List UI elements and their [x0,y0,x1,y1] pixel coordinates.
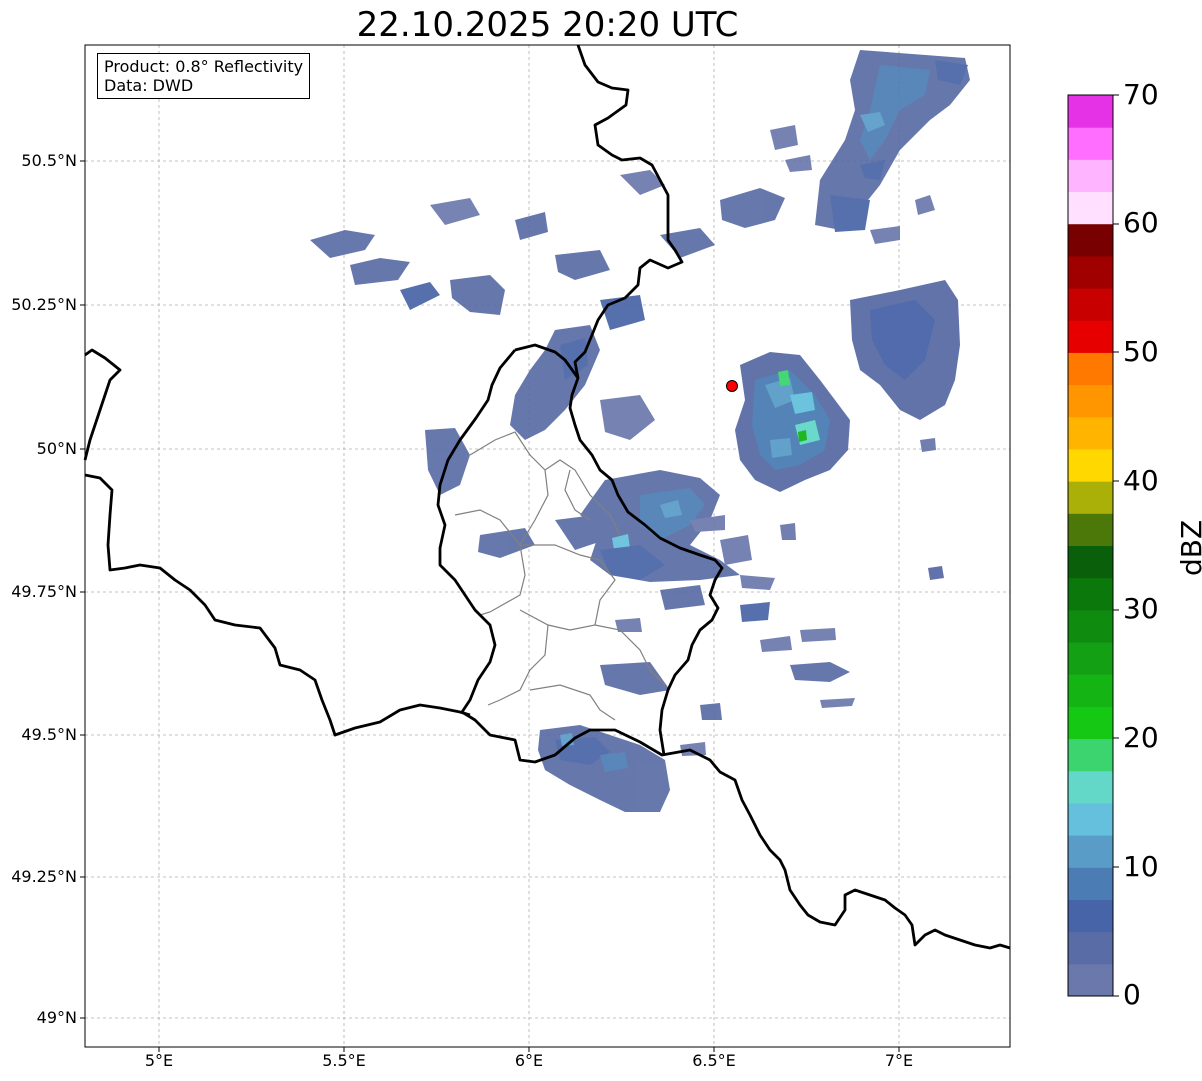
lat-tick-label: 50.25°N [11,295,77,314]
colorbar-bin [1068,191,1113,225]
colorbar-tick-label: 30 [1123,592,1159,625]
colorbar-bin [1068,223,1113,257]
product-label: Product: 0.8° Reflectivity [104,57,304,76]
lon-tick-label: 7°E [884,1051,914,1070]
lon-tick-label: 6°E [514,1051,544,1070]
product-info-box: Product: 0.8° Reflectivity Data: DWD [97,53,311,99]
colorbar-bin [1068,288,1113,321]
lon-tick-label: 5.5°E [322,1051,366,1070]
colorbar-tick-label: 50 [1123,335,1159,368]
colorbar-bin [1068,899,1113,933]
colorbar-bin [1068,255,1113,289]
data-source-label: Data: DWD [104,76,194,95]
colorbar-bin [1068,95,1113,128]
lon-tick-label: 5°E [144,1051,174,1070]
colorbar-bin [1068,609,1113,643]
colorbar-bin [1068,674,1113,707]
lat-tick-label: 50.5°N [21,151,77,170]
colorbar-bin [1068,448,1113,482]
colorbar-bin [1068,963,1113,997]
colorbar-bin [1068,159,1113,193]
lat-tick-label: 49.25°N [11,867,77,886]
colorbar-bin [1068,416,1113,450]
colorbar-bins [1068,95,1113,997]
colorbar-bin [1068,867,1113,900]
colorbar [1067,94,1119,997]
colorbar-tick-label: 60 [1123,206,1159,239]
colorbar-bin [1068,770,1113,804]
lat-tick-label: 49.75°N [11,582,77,601]
colorbar-bin [1068,481,1113,514]
colorbar-bin [1068,706,1113,740]
colorbar-tick-label: 70 [1123,78,1159,111]
lon-tick-label: 6.5°E [692,1051,736,1070]
colorbar-unit-label: dBZ [1175,519,1202,576]
colorbar-bin [1068,384,1113,418]
colorbar-bin [1068,352,1113,386]
lat-tick-label: 50°N [36,439,77,458]
lat-tick-label: 49.5°N [21,725,77,744]
colorbar-bin [1068,802,1113,836]
colorbar-bin [1068,513,1113,546]
colorbar-bin [1068,738,1113,772]
colorbar-bin [1068,642,1113,675]
radar-site-marker [726,380,738,392]
colorbar-bin [1068,545,1113,579]
colorbar-tick-label: 40 [1123,464,1159,497]
colorbar-bin [1068,835,1113,868]
colorbar-bin [1068,577,1113,611]
radar-map [80,44,1119,1052]
colorbar-tick-label: 0 [1123,978,1141,1011]
colorbar-tick-label: 20 [1123,721,1159,754]
colorbar-bin [1068,320,1113,353]
colorbar-ticks [1113,94,1119,997]
colorbar-bin [1068,127,1113,160]
colorbar-bin [1068,931,1113,965]
lat-tick-label: 49°N [36,1008,77,1027]
colorbar-tick-label: 10 [1123,850,1159,883]
